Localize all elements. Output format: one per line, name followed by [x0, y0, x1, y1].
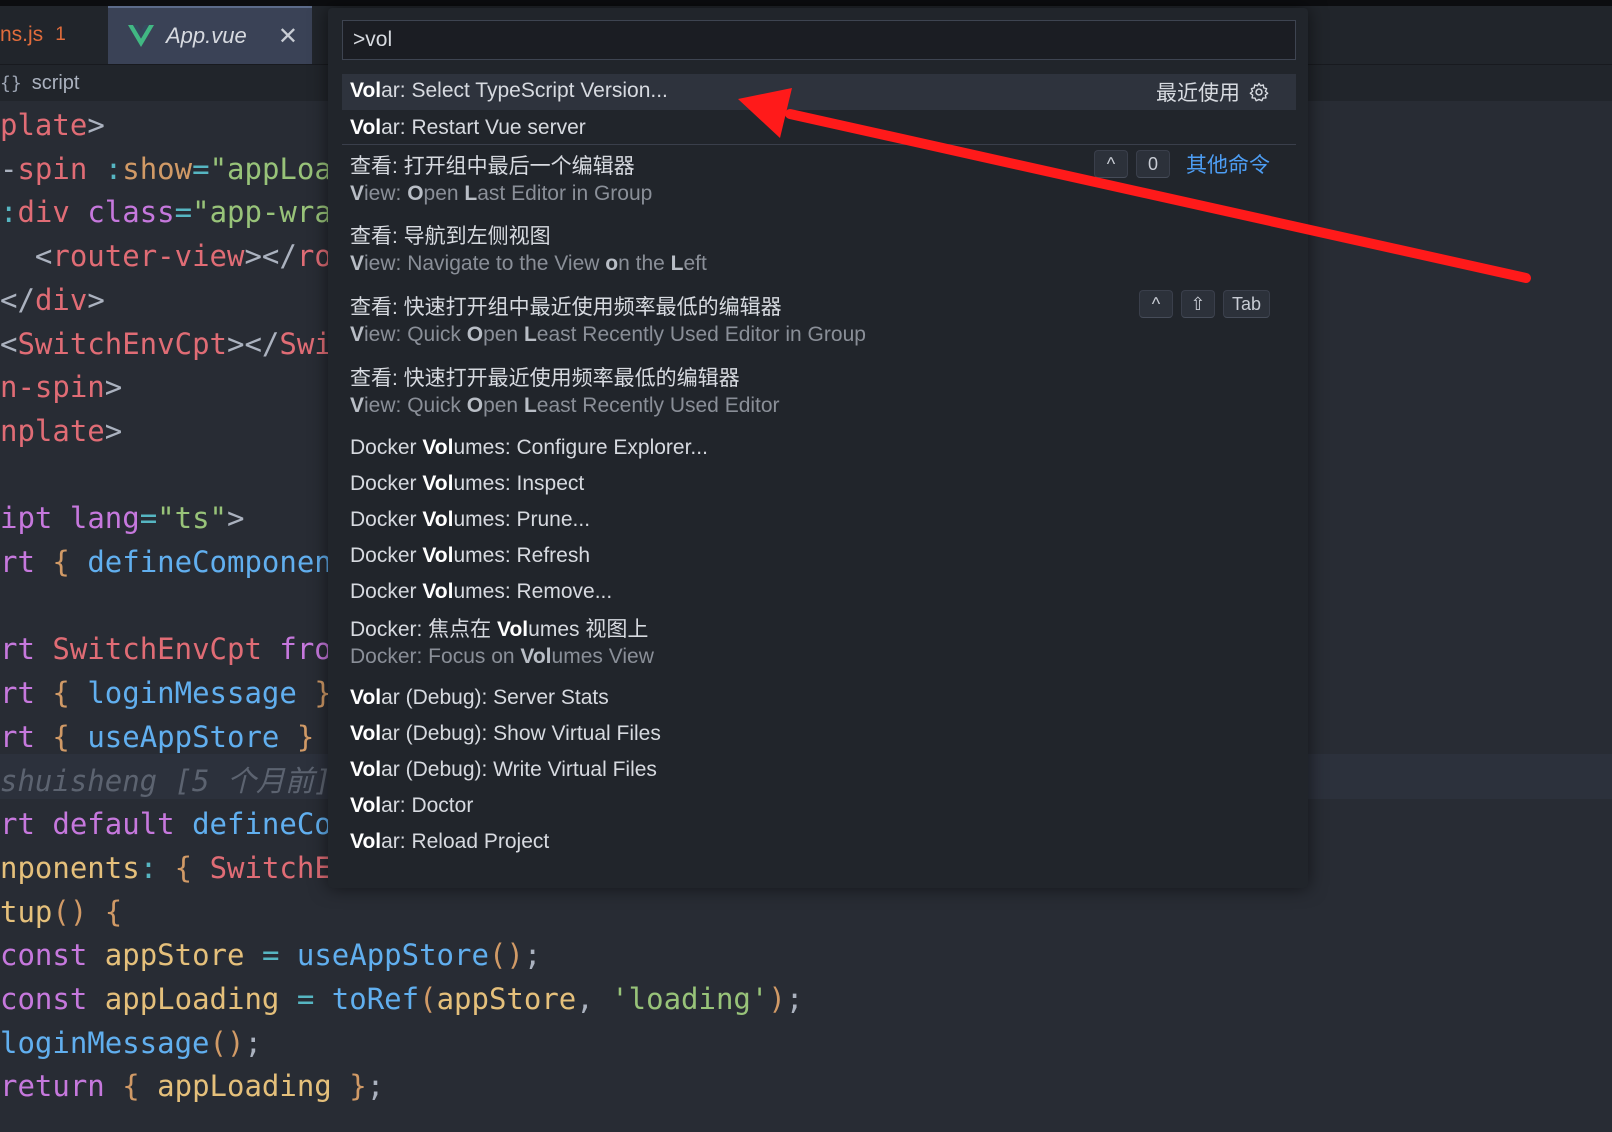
command-detail: Docker: Focus on Volumes View [350, 645, 654, 668]
recently-used-label: 最近使用 [1156, 82, 1240, 105]
keybinding-ctrl: ^ [1138, 290, 1173, 318]
command-label: Volar: Doctor [350, 794, 474, 817]
other-commands-link[interactable]: 其他命令 [1186, 149, 1270, 179]
command-item[interactable]: Docker Volumes: Inspect [342, 466, 1296, 502]
gear-icon[interactable] [1248, 81, 1270, 103]
breadcrumb: {} script [0, 68, 79, 98]
command-item[interactable]: Docker: 焦点在 Volumes 视图上 Docker: Focus on… [342, 609, 1296, 679]
command-detail: View: Quick Open Least Recently Used Edi… [350, 323, 866, 346]
command-item[interactable]: Volar (Debug): Server Stats [342, 680, 1296, 716]
command-label: 查看: 打开组中最后一个编辑器 [350, 155, 635, 178]
command-item[interactable]: Docker Volumes: Configure Explorer... [342, 430, 1296, 466]
command-detail: View: Quick Open Least Recently Used Edi… [350, 394, 780, 417]
command-label: Docker Volumes: Remove... [350, 580, 613, 603]
command-label: Volar: Restart Vue server [350, 116, 586, 139]
tab-label: ns.js [0, 23, 44, 46]
command-label: Docker Volumes: Inspect [350, 472, 585, 495]
command-label: Volar: Select TypeScript Version... [350, 79, 668, 102]
code-line: const appLoading = toRef(appStore, 'load… [0, 982, 804, 1016]
command-item[interactable]: Volar: Doctor [342, 788, 1296, 824]
tab-label: App.vue [166, 23, 247, 48]
braces-icon: {} [0, 72, 22, 94]
breadcrumb-item-script[interactable]: script [32, 72, 80, 95]
command-label: Volar (Debug): Show Virtual Files [350, 722, 661, 745]
separator [342, 144, 1296, 145]
code-line: return { appLoading }; [0, 1069, 385, 1104]
vue-logo-icon [128, 25, 154, 47]
keybinding-shift: ⇧ [1180, 290, 1215, 318]
code-line: plate> [0, 108, 105, 142]
command-palette: Volar: Select TypeScript Version... 最近使用… [328, 8, 1308, 888]
code-line: rt { defineComponen [0, 545, 332, 579]
command-item[interactable]: 查看: 快速打开最近使用频率最低的编辑器 View: Quick Open Le… [342, 358, 1296, 428]
command-item[interactable]: Volar (Debug): Show Virtual Files [342, 716, 1296, 752]
command-label: Docker Volumes: Prune... [350, 508, 591, 531]
command-label: Volar (Debug): Write Virtual Files [350, 758, 657, 781]
code-line: <SwitchEnvCpt></Swi [0, 326, 332, 361]
code-line: nplate> [0, 413, 123, 448]
command-item[interactable]: 查看: 快速打开组中最近使用频率最低的编辑器 View: Quick Open … [342, 287, 1296, 357]
code-line: :div class="app-wra [0, 195, 332, 230]
command-detail: View: Open Last Editor in Group [350, 182, 653, 205]
command-item[interactable]: Docker Volumes: Remove... [342, 574, 1296, 610]
code-line: rt { useAppStore } [0, 719, 315, 754]
command-label: 查看: 导航到左侧视图 [350, 225, 551, 248]
command-label: Docker Volumes: Refresh [350, 544, 591, 567]
code-line: <router-view></ro [34, 239, 332, 274]
command-item[interactable]: Volar: Reload Project [342, 824, 1296, 860]
code-line: ipt lang="ts"> [0, 501, 245, 536]
keybinding-tab: Tab [1222, 290, 1270, 318]
command-label: 查看: 快速打开最近使用频率最低的编辑器 [350, 367, 740, 390]
command-item[interactable]: Volar: Restart Vue server [342, 110, 1296, 146]
command-search-input[interactable] [342, 20, 1296, 60]
code-line: const appStore = useAppStore(); [0, 938, 542, 973]
command-label: Volar: Reload Project [350, 830, 550, 853]
code-line: rt default defineCo [0, 807, 332, 842]
code-line: -spin :show="appLoa [0, 151, 332, 186]
code-line: loginMessage(); [0, 1025, 262, 1060]
code-line: tup() { [0, 894, 123, 929]
command-label: Volar (Debug): Server Stats [350, 686, 609, 709]
command-detail: View: Navigate to the View on the Left [350, 252, 707, 275]
command-label: Docker: 焦点在 Volumes 视图上 [350, 618, 649, 641]
command-item[interactable]: Volar (Debug): Write Virtual Files [342, 752, 1296, 788]
code-line: rt { loginMessage } [0, 676, 332, 711]
tab-app-vue[interactable]: App.vue ✕ [108, 6, 312, 64]
command-item[interactable]: Volar: Select TypeScript Version... 最近使用 [342, 74, 1296, 110]
code-line: shuisheng [5 个月前] [0, 763, 332, 798]
tab-ns-js[interactable]: ns.js 1 [0, 6, 108, 64]
command-label: 查看: 快速打开组中最近使用频率最低的编辑器 [350, 296, 782, 319]
command-item[interactable]: Docker Volumes: Refresh [342, 538, 1296, 574]
command-item[interactable]: Docker Volumes: Prune... [342, 502, 1296, 538]
code-line: n-spin> [0, 370, 123, 405]
error-count-badge: 1 [55, 24, 66, 45]
command-item[interactable]: 查看: 打开组中最后一个编辑器 View: Open Last Editor i… [342, 146, 1296, 216]
keybinding-key: 0 [1136, 150, 1170, 178]
code-line: rt SwitchEnvCpt fro [0, 632, 332, 667]
close-tab-icon[interactable]: ✕ [278, 22, 298, 51]
command-label: Docker Volumes: Configure Explorer... [350, 436, 708, 459]
code-line: </div> [0, 282, 105, 317]
keybinding-ctrl: ^ [1094, 150, 1128, 178]
command-item[interactable]: 查看: 导航到左侧视图 View: Navigate to the View o… [342, 216, 1296, 286]
